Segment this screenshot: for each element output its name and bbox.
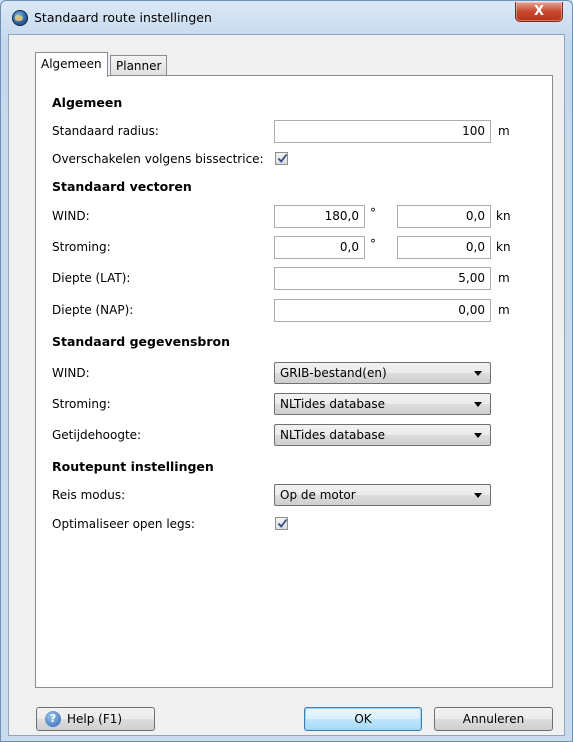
depth-nap-input[interactable]: 0,00: [274, 299, 491, 322]
chevron-down-icon: [474, 371, 482, 376]
section-vectors: Standaard vectoren: [52, 179, 192, 194]
tide-source-select[interactable]: NLTides database: [274, 424, 491, 446]
wind-source-select[interactable]: GRIB-bestand(en): [274, 362, 491, 384]
optimize-legs-checkbox[interactable]: [275, 517, 288, 530]
wind-speed-unit: kn: [496, 209, 511, 223]
wind-direction-input[interactable]: 180,0: [274, 205, 365, 228]
radius-label: Standaard radius:: [52, 124, 159, 138]
window-title: Standaard route instellingen: [34, 10, 212, 25]
bisector-checkbox[interactable]: [275, 152, 288, 165]
bisector-label: Overschakelen volgens bissectrice:: [52, 152, 264, 166]
depth-nap-label: Diepte (NAP):: [52, 303, 134, 317]
section-sources: Standaard gegevensbron: [52, 334, 231, 349]
travel-mode-value: Op de motor: [280, 488, 356, 502]
cancel-button[interactable]: Annuleren: [434, 707, 553, 731]
chevron-down-icon: [474, 433, 482, 438]
wind-vector-label: WIND:: [52, 209, 90, 223]
current-direction-input[interactable]: 0,0: [274, 236, 365, 259]
section-general: Algemeen: [52, 95, 123, 110]
depth-lat-unit: m: [498, 271, 510, 285]
tab-algemeen[interactable]: Algemeen: [35, 52, 108, 77]
tide-source-value: NLTides database: [280, 428, 386, 442]
chevron-down-icon: [474, 402, 482, 407]
depth-lat-label: Diepte (LAT):: [52, 271, 131, 285]
current-speed-unit: kn: [496, 240, 511, 254]
title-bar[interactable]: Standaard route instellingen X: [1, 1, 572, 35]
wind-direction-unit: °: [370, 206, 376, 220]
radius-unit: m: [498, 124, 510, 138]
radius-input[interactable]: 100: [274, 120, 491, 143]
tide-source-label: Getijdehoogte:: [52, 428, 142, 442]
help-button-label: Help (F1): [67, 712, 123, 726]
current-vector-label: Stroming:: [52, 240, 111, 254]
optimize-legs-label: Optimaliseer open legs:: [52, 517, 195, 531]
travel-mode-select[interactable]: Op de motor: [274, 484, 491, 506]
section-waypoint: Routepunt instellingen: [52, 459, 214, 474]
wind-source-label: WIND:: [52, 366, 90, 380]
current-source-label: Stroming:: [52, 397, 111, 411]
chevron-down-icon: [474, 493, 482, 498]
globe-icon: [12, 10, 28, 26]
ok-button[interactable]: OK: [304, 707, 422, 731]
current-speed-input[interactable]: 0,0: [397, 236, 491, 259]
wind-speed-input[interactable]: 0,0: [397, 205, 491, 228]
checkmark-icon: [277, 518, 288, 528]
close-button[interactable]: X: [515, 2, 563, 22]
help-icon: ?: [45, 711, 61, 727]
tab-planner[interactable]: Planner: [110, 55, 168, 75]
current-direction-unit: °: [370, 237, 376, 251]
help-button[interactable]: ? Help (F1): [36, 707, 155, 731]
current-source-value: NLTides database: [280, 397, 386, 411]
checkmark-icon: [277, 153, 288, 163]
depth-nap-unit: m: [498, 303, 510, 317]
current-source-select[interactable]: NLTides database: [274, 393, 491, 415]
travel-mode-label: Reis modus:: [52, 488, 126, 502]
depth-lat-input[interactable]: 5,00: [274, 267, 491, 290]
wind-source-value: GRIB-bestand(en): [280, 366, 387, 380]
